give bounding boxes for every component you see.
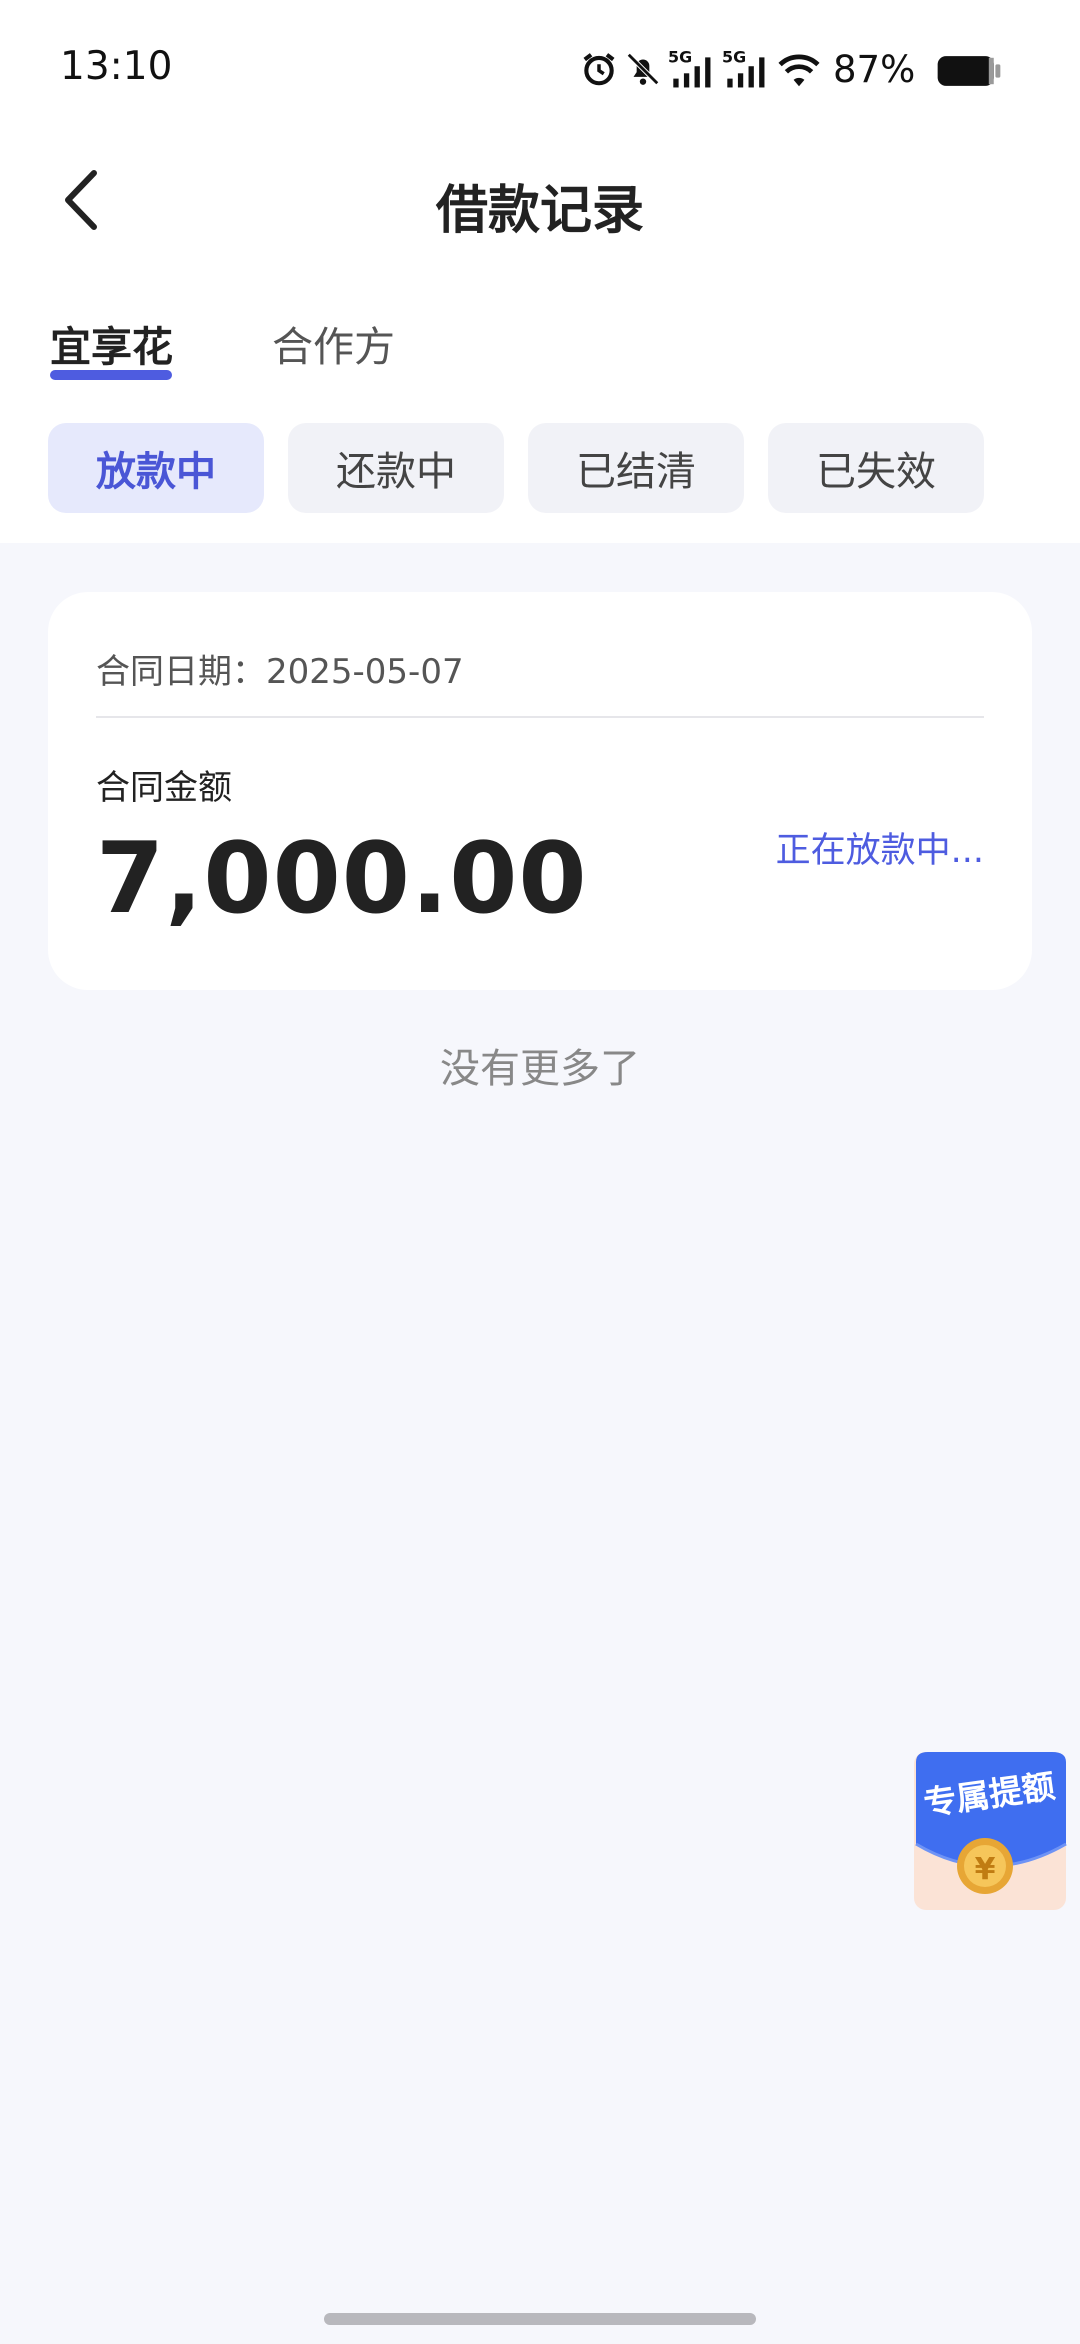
filter-expired[interactable]: 已失效 (768, 423, 984, 513)
no-more-text: 没有更多了 (440, 1046, 640, 1092)
exclusive-limit-promo-badge[interactable]: 专属提额 ¥ (912, 1748, 1068, 1913)
coin-icon: ¥ (975, 1852, 996, 1887)
amount-value: 7,000.00 (96, 822, 588, 936)
tab-yixianghua[interactable]: 宜享花 (50, 313, 173, 373)
tab-active-indicator (50, 370, 172, 380)
loan-status: 正在放款中... (775, 831, 984, 871)
battery-icon (937, 56, 1001, 86)
bell-muted-icon (627, 53, 659, 85)
filter-settled[interactable]: 已结清 (528, 423, 744, 513)
signal-5g-icon: 5G (668, 48, 711, 88)
filter-repaying[interactable]: 还款中 (288, 423, 504, 513)
contract-date: 合同日期：2025-05-07 (96, 652, 464, 692)
tab-partner[interactable]: 合作方 (272, 313, 395, 373)
filter-disbursing[interactable]: 放款中 (48, 423, 264, 513)
divider (96, 716, 984, 718)
signal-5g-icon: 5G (722, 48, 765, 88)
home-indicator[interactable] (324, 2313, 756, 2325)
wifi-icon (778, 54, 820, 87)
page-title: 借款记录 (435, 181, 644, 241)
battery-percent: 87% (833, 48, 916, 91)
svg-text:5G: 5G (668, 48, 692, 67)
amount-label: 合同金额 (96, 768, 232, 808)
status-time: 13:10 (60, 44, 173, 89)
loan-record-card[interactable]: 合同日期：2025-05-07 合同金额 7,000.00 正在放款中... (48, 592, 1032, 990)
status-icons: 5G 5G 87% (580, 40, 1080, 100)
svg-text:5G: 5G (722, 48, 746, 67)
alarm-icon (583, 53, 615, 86)
